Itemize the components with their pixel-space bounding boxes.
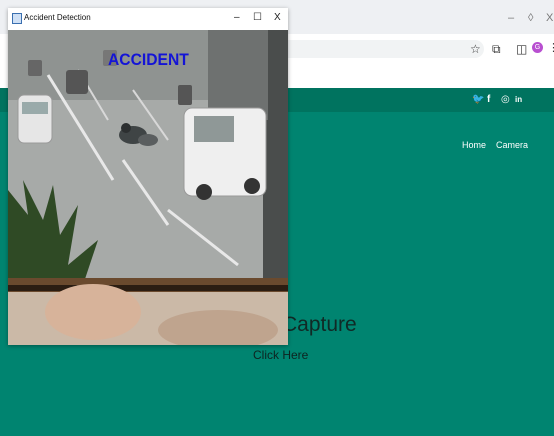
browser-minimize-button[interactable]: – (508, 12, 514, 24)
window-close-button[interactable]: X (274, 12, 281, 23)
instagram-icon[interactable]: ◎ (501, 94, 510, 105)
accident-detection-window: Accident Detection – ☐ X ACCIDENT (8, 8, 288, 350)
twitter-icon[interactable]: 🐦 (472, 94, 484, 105)
profile-avatar[interactable]: G (532, 42, 543, 53)
facebook-icon[interactable]: f (487, 94, 490, 105)
app-icon (12, 13, 22, 24)
window-maximize-button[interactable]: ☐ (253, 12, 262, 23)
menu-icon[interactable]: ⋮ (548, 41, 554, 54)
click-here-link[interactable]: Click Here (253, 348, 308, 362)
camera-feed: ACCIDENT (8, 30, 288, 350)
address-bar[interactable] (278, 40, 484, 58)
window-titlebar: Accident Detection – ☐ X (8, 8, 288, 30)
extensions-icon[interactable]: ⧉ (492, 42, 501, 57)
linkedin-icon[interactable]: in (515, 95, 522, 104)
bookmark-star-icon[interactable]: ☆ (470, 42, 481, 56)
accident-label: ACCIDENT (108, 50, 189, 69)
nav-home[interactable]: Home (462, 140, 486, 150)
nav-camera[interactable]: Camera (496, 140, 528, 150)
sidepanel-icon[interactable]: ◫ (516, 42, 527, 56)
page-title: Capture (282, 313, 357, 336)
camera-feed-image (8, 30, 288, 350)
browser-close-button[interactable]: X (546, 12, 553, 24)
window-minimize-button[interactable]: – (234, 12, 240, 23)
browser-restore-button[interactable]: ◊ (528, 12, 533, 24)
window-title: Accident Detection (24, 13, 91, 22)
